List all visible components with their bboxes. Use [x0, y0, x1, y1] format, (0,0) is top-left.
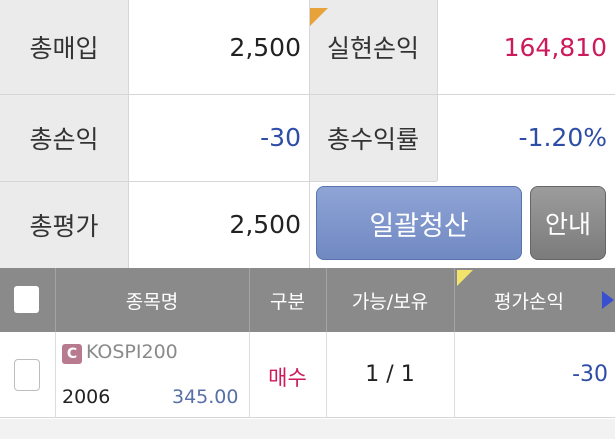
item-price: 345.00 [172, 386, 239, 408]
total-eval-value: 2,500 [128, 181, 309, 268]
total-return-label: 총수익률 [309, 94, 437, 181]
item-code: 2006 [62, 386, 111, 408]
divider [0, 94, 615, 95]
total-purchase-value: 2,500 [128, 0, 309, 94]
total-purchase-label: 총매입 [0, 0, 128, 94]
column-header-name: 종목명 [125, 290, 179, 313]
row-checkbox[interactable] [14, 359, 40, 391]
positions-table-header: 종목명 구분 가능/보유 평가손익 [0, 268, 615, 332]
account-summary: 총매입 2,500 실현손익 164,810 총손익 -30 총수익률 -1.2… [0, 0, 615, 268]
divider [55, 332, 56, 418]
column-header-avail-hold: 가능/보유 [351, 290, 429, 313]
column-header-type: 구분 [270, 290, 305, 313]
eval-pl-marker-icon [457, 270, 473, 286]
scroll-right-icon[interactable] [602, 291, 614, 309]
item-name[interactable]: KOSPI200 [86, 341, 178, 363]
total-pl-label: 총손익 [0, 94, 128, 181]
avail-hold-qty: 1 / 1 [365, 362, 415, 387]
realized-pl-label: 실현손익 [309, 0, 437, 94]
divider [437, 0, 438, 181]
total-pl-value: -30 [128, 94, 309, 181]
column-header-eval-pl[interactable]: 평가손익 [454, 268, 604, 332]
select-all-checkbox[interactable] [14, 286, 39, 313]
total-eval-label: 총평가 [0, 181, 128, 268]
realized-pl-value: 164,810 [437, 0, 615, 94]
guide-button[interactable]: 안내 [530, 186, 606, 260]
divider [0, 181, 437, 182]
trade-type: 매수 [268, 366, 307, 390]
call-badge-icon: C [62, 344, 82, 364]
divider [309, 0, 310, 268]
eval-pl-value: -30 [572, 362, 608, 387]
list-footer [0, 419, 615, 439]
liquidate-all-button[interactable]: 일괄청산 [316, 186, 522, 260]
realized-pl-marker-icon [310, 8, 328, 26]
divider [128, 0, 129, 268]
total-return-value: -1.20% [437, 94, 615, 181]
